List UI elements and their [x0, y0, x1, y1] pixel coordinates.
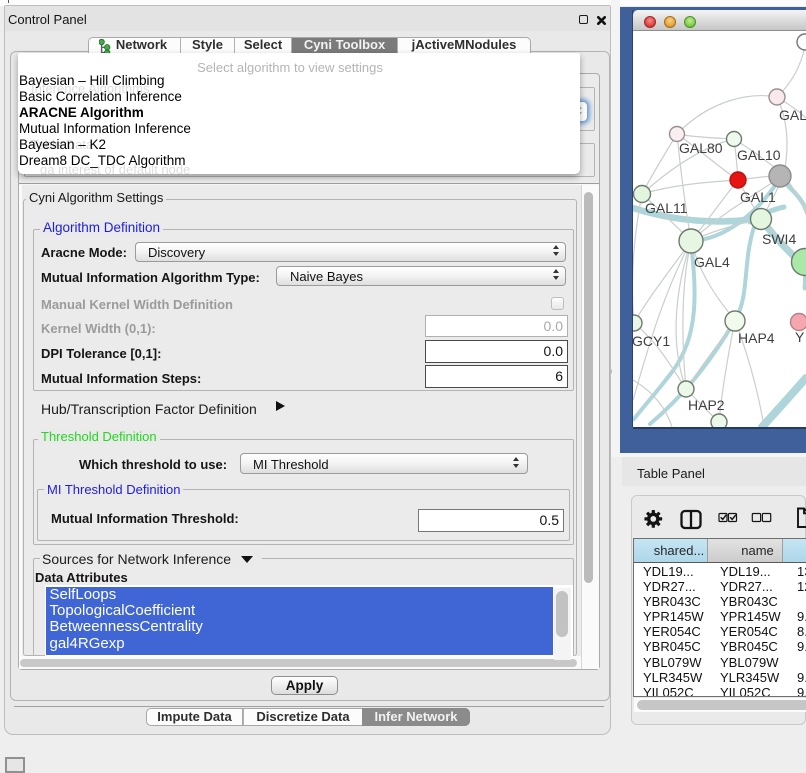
svg-text:GAL: GAL — [779, 107, 806, 123]
svg-text:HAP4: HAP4 — [738, 330, 775, 346]
svg-text:GAL4: GAL4 — [694, 254, 730, 270]
svg-text:GAL11: GAL11 — [645, 200, 688, 216]
svg-text:GAL80: GAL80 — [679, 140, 723, 156]
svg-text:Y: Y — [795, 329, 805, 345]
svg-text:SWI4: SWI4 — [762, 231, 796, 247]
svg-text:GAL1: GAL1 — [740, 189, 776, 205]
svg-text:GAL10: GAL10 — [737, 147, 781, 163]
svg-text:GCY1: GCY1 — [633, 333, 670, 349]
svg-text:HAP2: HAP2 — [688, 397, 725, 413]
